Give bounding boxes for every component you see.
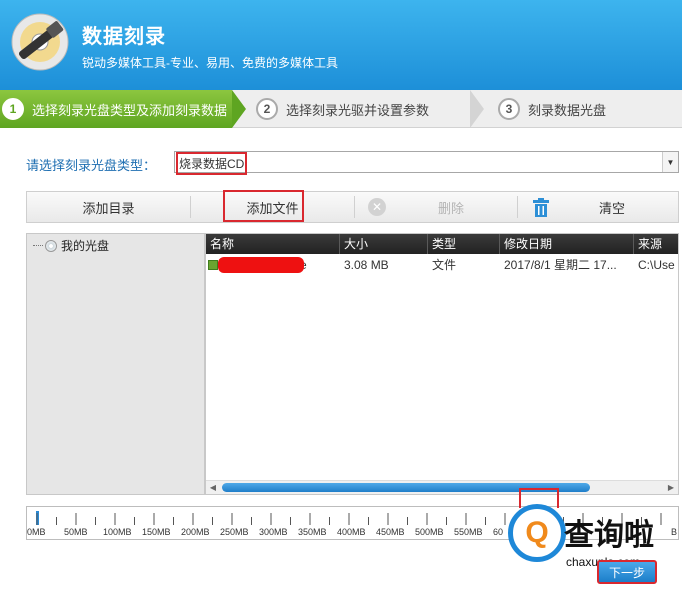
step-3-number: 3 [498, 98, 520, 120]
capacity-tick-label: 100MB [103, 527, 132, 537]
add-file-highlight [223, 190, 304, 222]
app-subtitle: 锐动多媒体工具-专业、易用、免费的多媒体工具 [82, 56, 338, 70]
disc-type-select[interactable]: 烧录数据CD ▼ [174, 151, 679, 175]
app-title: 数据刻录 [82, 26, 166, 48]
column-header-modified[interactable]: 修改日期 [500, 234, 634, 254]
tree-connector [33, 245, 43, 246]
capacity-tick-label: 200MB [181, 527, 210, 537]
file-source: C:\Use [638, 258, 675, 272]
file-modified: 2017/8/1 星期二 17... [504, 258, 617, 272]
wizard-steps: 1 选择刻录光盘类型及添加刻录数据 2 选择刻录光驱并设置参数 3 刻录数据光盘 [0, 90, 682, 128]
tree-item-label: 我的光盘 [61, 239, 110, 253]
column-header-size[interactable]: 大小 [340, 234, 428, 254]
capacity-tick-label: 450MB [376, 527, 405, 537]
capacity-tick-label: 50MB [64, 527, 88, 537]
file-name: e [206, 255, 340, 275]
step-2-arrow [470, 90, 484, 128]
capacity-end-label: B [671, 527, 678, 537]
capacity-tick-label: 150MB [142, 527, 171, 537]
capacity-tick-label: 250MB [220, 527, 249, 537]
delete-icon: ✕ [368, 198, 386, 216]
disc-icon [45, 239, 57, 252]
column-header-source[interactable]: 来源 [634, 234, 678, 254]
tree-item-my-disc[interactable]: 我的光盘 [33, 237, 109, 254]
step-3-label: 刻录数据光盘 [528, 102, 607, 118]
step-1-label: 选择刻录光盘类型及添加刻录数据 [32, 102, 228, 118]
capacity-tick-label: 300MB [259, 527, 288, 537]
chevron-down-icon[interactable]: ▼ [662, 152, 678, 172]
step-1: 1 选择刻录光盘类型及添加刻录数据 [0, 90, 232, 128]
delete-button[interactable]: 删除 [389, 192, 513, 222]
capacity-tick-label: 400MB [337, 527, 366, 537]
capacity-tick-label: 550MB [454, 527, 483, 537]
next-step-button[interactable]: 下一步 [597, 560, 657, 584]
disc-type-value: 烧录数据CD [175, 152, 248, 175]
file-list-header: 名称 大小 类型 修改日期 来源 [206, 234, 678, 254]
capacity-tick-label: 60 [493, 527, 504, 537]
capacity-tick-label: 500MB [415, 527, 444, 537]
step-1-number: 1 [2, 98, 24, 120]
table-row[interactable]: e 3.08 MB 文件 2017/8/1 星期二 17... C:\Use [206, 255, 678, 275]
app-header: 数据刻录 锐动多媒体工具-专业、易用、免费的多媒体工具 [0, 0, 682, 90]
horizontal-scrollbar[interactable]: ◀ ▶ [206, 480, 678, 494]
redaction-mark [218, 257, 304, 273]
step-2-label: 选择刻录光驱并设置参数 [286, 102, 430, 118]
step-2-number: 2 [256, 98, 278, 120]
watermark-text: 查询啦 [564, 518, 654, 553]
scroll-right-icon[interactable]: ▶ [664, 481, 678, 494]
step-2: 2 选择刻录光驱并设置参数 [256, 90, 466, 128]
trash-icon [533, 198, 549, 217]
disc-burner-logo-icon [11, 13, 69, 71]
toolbar-divider [517, 196, 518, 218]
disc-tree-panel: 我的光盘 [26, 233, 205, 495]
column-header-type[interactable]: 类型 [428, 234, 500, 254]
capacity-tick-label: 350MB [298, 527, 327, 537]
column-header-name[interactable]: 名称 [206, 234, 340, 254]
disc-type-label: 请选择刻录光盘类型： [26, 158, 157, 173]
add-directory-button[interactable]: 添加目录 [27, 192, 190, 222]
file-toolbar: 添加目录 添加文件 ✕ 删除 清空 [26, 190, 679, 223]
watermark-logo-icon: Q [508, 504, 566, 562]
step-3: 3 刻录数据光盘 [498, 90, 678, 128]
file-type: 文件 [432, 258, 457, 272]
file-size: 3.08 MB [344, 258, 389, 272]
clear-button[interactable]: 清空 [557, 192, 667, 222]
step-1-arrow [232, 90, 246, 128]
scroll-left-icon[interactable]: ◀ [206, 481, 220, 494]
toolbar-divider [354, 196, 355, 218]
capacity-tick-label: 0MB [27, 527, 46, 537]
file-list: 名称 大小 类型 修改日期 来源 e 3.08 MB 文件 2017/8/1 星… [205, 233, 679, 495]
